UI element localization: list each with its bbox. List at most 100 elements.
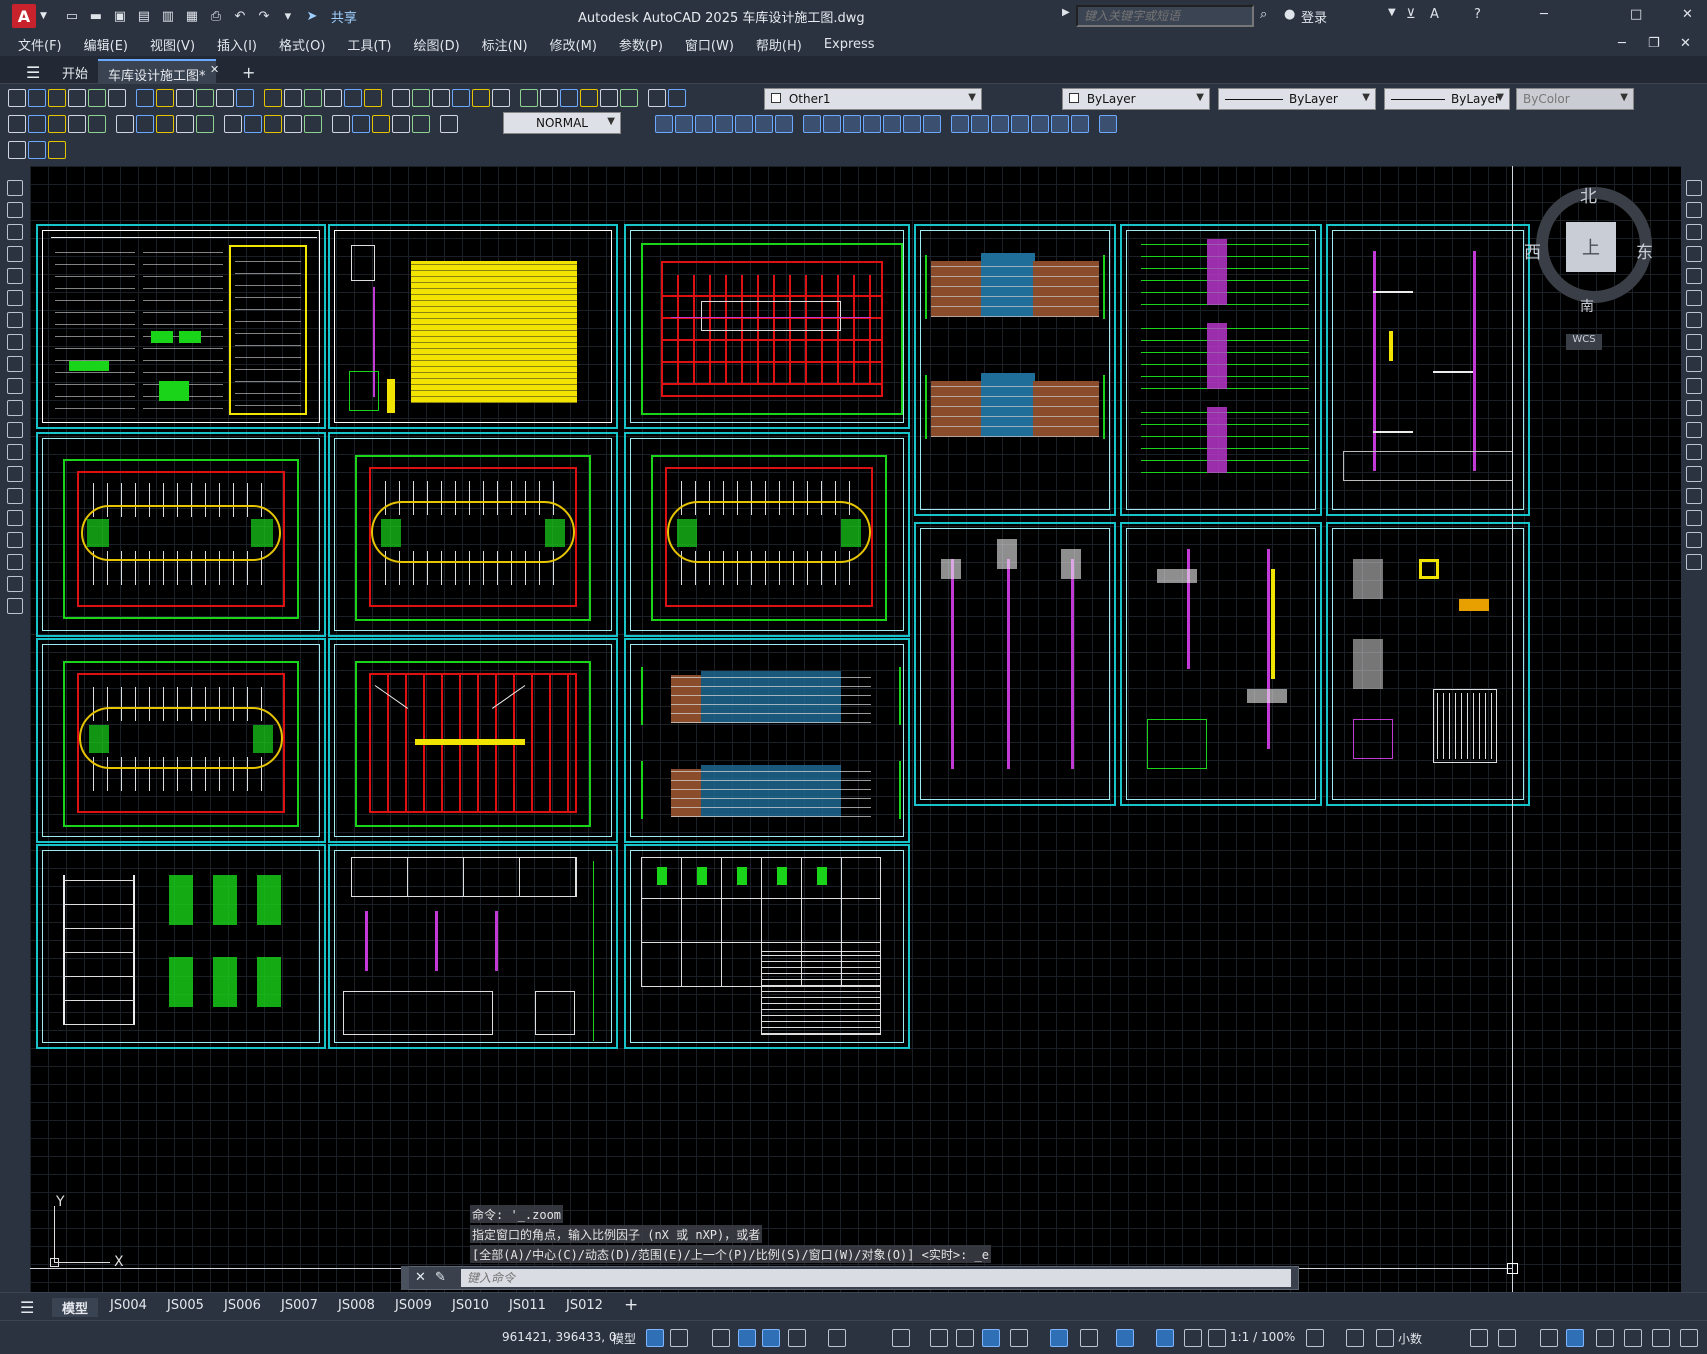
dimension-tool-icon[interactable] — [392, 115, 410, 133]
doc-close-icon[interactable]: ✕ — [1680, 36, 1691, 51]
dimension-tool-icon[interactable] — [176, 115, 194, 133]
standard-tool-icon[interactable] — [156, 89, 174, 107]
modify-tool-icon[interactable] — [1686, 180, 1702, 196]
dimension-tool-icon[interactable] — [28, 115, 46, 133]
standard-tool-icon[interactable] — [264, 89, 282, 107]
hamburger-menu-icon[interactable]: ☰ — [16, 59, 50, 83]
standard-tool-icon[interactable] — [284, 89, 302, 107]
standard-tool-icon[interactable] — [196, 89, 214, 107]
dimension-tool-icon[interactable] — [264, 115, 282, 133]
grid-icon[interactable] — [646, 1329, 664, 1347]
command-customize-icon[interactable]: ✎ — [435, 1270, 446, 1285]
tab-close-icon[interactable]: ✕ — [200, 59, 229, 83]
draw-tool-icon[interactable] — [7, 334, 23, 350]
save-as-icon[interactable]: ▤ — [135, 7, 153, 25]
standard-tool-icon[interactable] — [392, 89, 410, 107]
draw-tool-icon[interactable] — [7, 246, 23, 262]
draw-tool-icon[interactable] — [7, 444, 23, 460]
plotstyle-dropdown[interactable]: ByColor ▼ — [1516, 88, 1634, 110]
annotation-visibility-icon[interactable] — [1156, 1329, 1174, 1347]
standard-tool-icon[interactable] — [324, 89, 342, 107]
standard-tool-icon[interactable] — [648, 89, 666, 107]
sheet-roof-plan[interactable] — [328, 638, 618, 843]
drawing-canvas[interactable]: Y X — [30, 166, 1681, 1292]
draw-tool-icon[interactable] — [7, 400, 23, 416]
3d-osnap-icon[interactable] — [1010, 1329, 1028, 1347]
draw-tool-icon[interactable] — [7, 356, 23, 372]
cart-icon[interactable]: ⊻ — [1406, 7, 1416, 22]
selection-cycling-icon[interactable] — [982, 1329, 1000, 1347]
modify-tool-icon[interactable] — [1686, 488, 1702, 504]
modify-tool-icon[interactable] — [923, 115, 941, 133]
standard-tool-icon[interactable] — [136, 89, 154, 107]
draw-tool-icon[interactable] — [7, 576, 23, 592]
draw-tool-icon[interactable] — [7, 290, 23, 306]
extra-tool-icon[interactable] — [8, 141, 26, 159]
standard-tool-icon[interactable] — [668, 89, 686, 107]
modify-tool-icon[interactable] — [1686, 202, 1702, 218]
color-dropdown[interactable]: ByLayer ▼ — [1062, 88, 1210, 110]
dimension-tool-icon[interactable] — [284, 115, 302, 133]
layer-dropdown[interactable]: Other1 ▼ — [764, 88, 982, 110]
sheet-design-notes[interactable] — [36, 224, 326, 429]
modify-tool-icon[interactable] — [1686, 334, 1702, 350]
menu-view[interactable]: 视图(V) — [150, 35, 195, 54]
graphics-performance-icon[interactable] — [1596, 1329, 1614, 1347]
modify-tool-icon[interactable] — [803, 115, 821, 133]
command-close-icon[interactable]: ✕ — [415, 1270, 426, 1285]
redo-icon[interactable]: ↷ — [255, 7, 273, 25]
sheet-stair-details-1[interactable] — [36, 844, 326, 1049]
sheet-floor-plan-2[interactable] — [328, 432, 618, 637]
ortho-icon[interactable] — [762, 1329, 780, 1347]
open-file-icon[interactable]: ▬ — [87, 7, 105, 25]
sheet-elevations-2[interactable] — [624, 638, 910, 843]
modify-tool-icon[interactable] — [1686, 400, 1702, 416]
modify-tool-icon[interactable] — [1686, 268, 1702, 284]
extra-tool-icon[interactable] — [28, 141, 46, 159]
extra-tool-icon[interactable] — [48, 141, 66, 159]
dimstyle-dropdown[interactable]: NORMAL ▼ — [503, 112, 621, 134]
layout-menu-icon[interactable]: ☰ — [20, 1298, 34, 1317]
wcs-menu[interactable]: WCS — [1566, 334, 1602, 350]
standard-tool-icon[interactable] — [28, 89, 46, 107]
draw-tool-icon[interactable] — [7, 466, 23, 482]
modify-tool-icon[interactable] — [951, 115, 969, 133]
save-icon[interactable]: ▣ — [111, 7, 129, 25]
draw-tool-icon[interactable] — [7, 202, 23, 218]
menu-express[interactable]: Express — [824, 37, 875, 52]
dimension-tool-icon[interactable] — [332, 115, 350, 133]
modify-tool-icon[interactable] — [675, 115, 693, 133]
workspace-gear-icon[interactable] — [1306, 1329, 1324, 1347]
units-value[interactable]: 小数 — [1398, 1330, 1422, 1347]
new-file-icon[interactable]: ▭ — [63, 7, 81, 25]
modify-tool-icon[interactable] — [1686, 532, 1702, 548]
annotation-scale-icon[interactable] — [1208, 1329, 1226, 1347]
sheet-floor-plan-4[interactable] — [36, 638, 326, 843]
modify-tool-icon[interactable] — [823, 115, 841, 133]
standard-tool-icon[interactable] — [236, 89, 254, 107]
login-button[interactable]: 登录 — [1301, 7, 1327, 26]
share-icon[interactable]: ➤ — [303, 7, 321, 25]
quick-properties-icon[interactable] — [1470, 1329, 1488, 1347]
viewcube-west[interactable]: 西 — [1524, 238, 1541, 263]
print-icon[interactable]: ⎙ — [207, 7, 225, 25]
tab-active-drawing[interactable]: 车库设计施工图* — [98, 59, 216, 84]
minimize-icon[interactable]: ─ — [1540, 7, 1548, 22]
sheet-misc-details[interactable] — [1326, 522, 1530, 806]
menu-edit[interactable]: 编辑(E) — [84, 35, 128, 54]
lock-ui-icon[interactable] — [1498, 1329, 1516, 1347]
layout-tab[interactable]: JS006 — [224, 1298, 261, 1313]
doc-minimize-icon[interactable]: ─ — [1618, 36, 1626, 51]
sheet-wall-details-2[interactable] — [914, 522, 1116, 806]
share-button[interactable]: 共享 — [331, 7, 357, 26]
dimension-tool-icon[interactable] — [224, 115, 242, 133]
menu-draw[interactable]: 绘图(D) — [414, 35, 460, 54]
layout-tab[interactable]: JS011 — [509, 1298, 546, 1313]
doc-restore-icon[interactable]: ❐ — [1648, 36, 1660, 51]
customization-icon[interactable] — [1652, 1329, 1670, 1347]
dimension-tool-icon[interactable] — [440, 115, 458, 133]
add-layout-plus-icon[interactable]: + — [624, 1295, 638, 1315]
draw-tool-icon[interactable] — [7, 224, 23, 240]
sheet-column-schedule[interactable] — [624, 844, 910, 1049]
infer-constraints-icon[interactable] — [712, 1329, 730, 1347]
